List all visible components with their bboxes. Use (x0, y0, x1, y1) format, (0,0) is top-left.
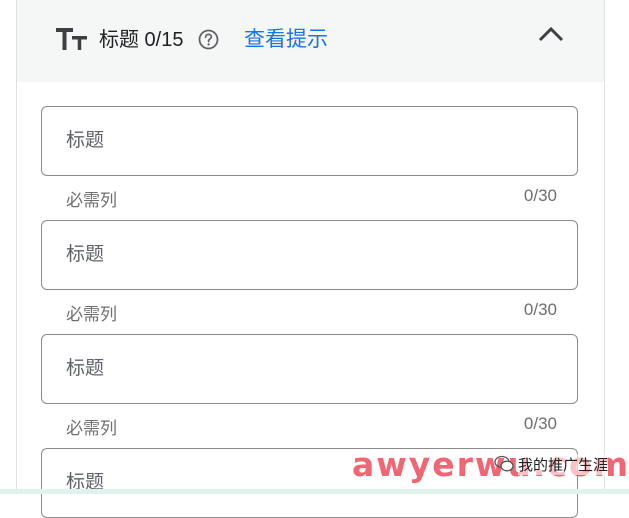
char-counter-2: 0/30 (523, 300, 557, 319)
chevron-up-icon[interactable] (536, 21, 566, 47)
headline-field-1 (41, 106, 578, 176)
panel-header: 标题 0/15 查看提示 (17, 0, 604, 82)
char-counter-3: 0/30 (523, 414, 557, 433)
headline-field-2 (41, 220, 578, 290)
text-size-icon (56, 28, 87, 50)
bottom-stripe (0, 489, 629, 494)
headline-input-1[interactable] (66, 107, 546, 175)
char-counter-1: 0/30 (523, 186, 557, 205)
header-title: 标题 0/15 (99, 29, 184, 51)
required-hint-3: 必需列 (66, 419, 117, 438)
headline-input-2[interactable] (66, 221, 546, 289)
required-hint-2: 必需列 (66, 305, 117, 324)
headline-input-3[interactable] (66, 335, 546, 403)
headline-field-4 (41, 448, 578, 518)
view-tips-link[interactable]: 查看提示 (244, 26, 328, 54)
required-hint-1: 必需列 (66, 191, 117, 210)
headline-field-3 (41, 334, 578, 404)
headlines-panel: 标题 0/15 查看提示 必需列 0/30 必需列 0/30 必需列 0/30 (16, 0, 605, 518)
help-circle-icon[interactable] (198, 29, 219, 50)
headline-input-4[interactable] (66, 449, 546, 517)
